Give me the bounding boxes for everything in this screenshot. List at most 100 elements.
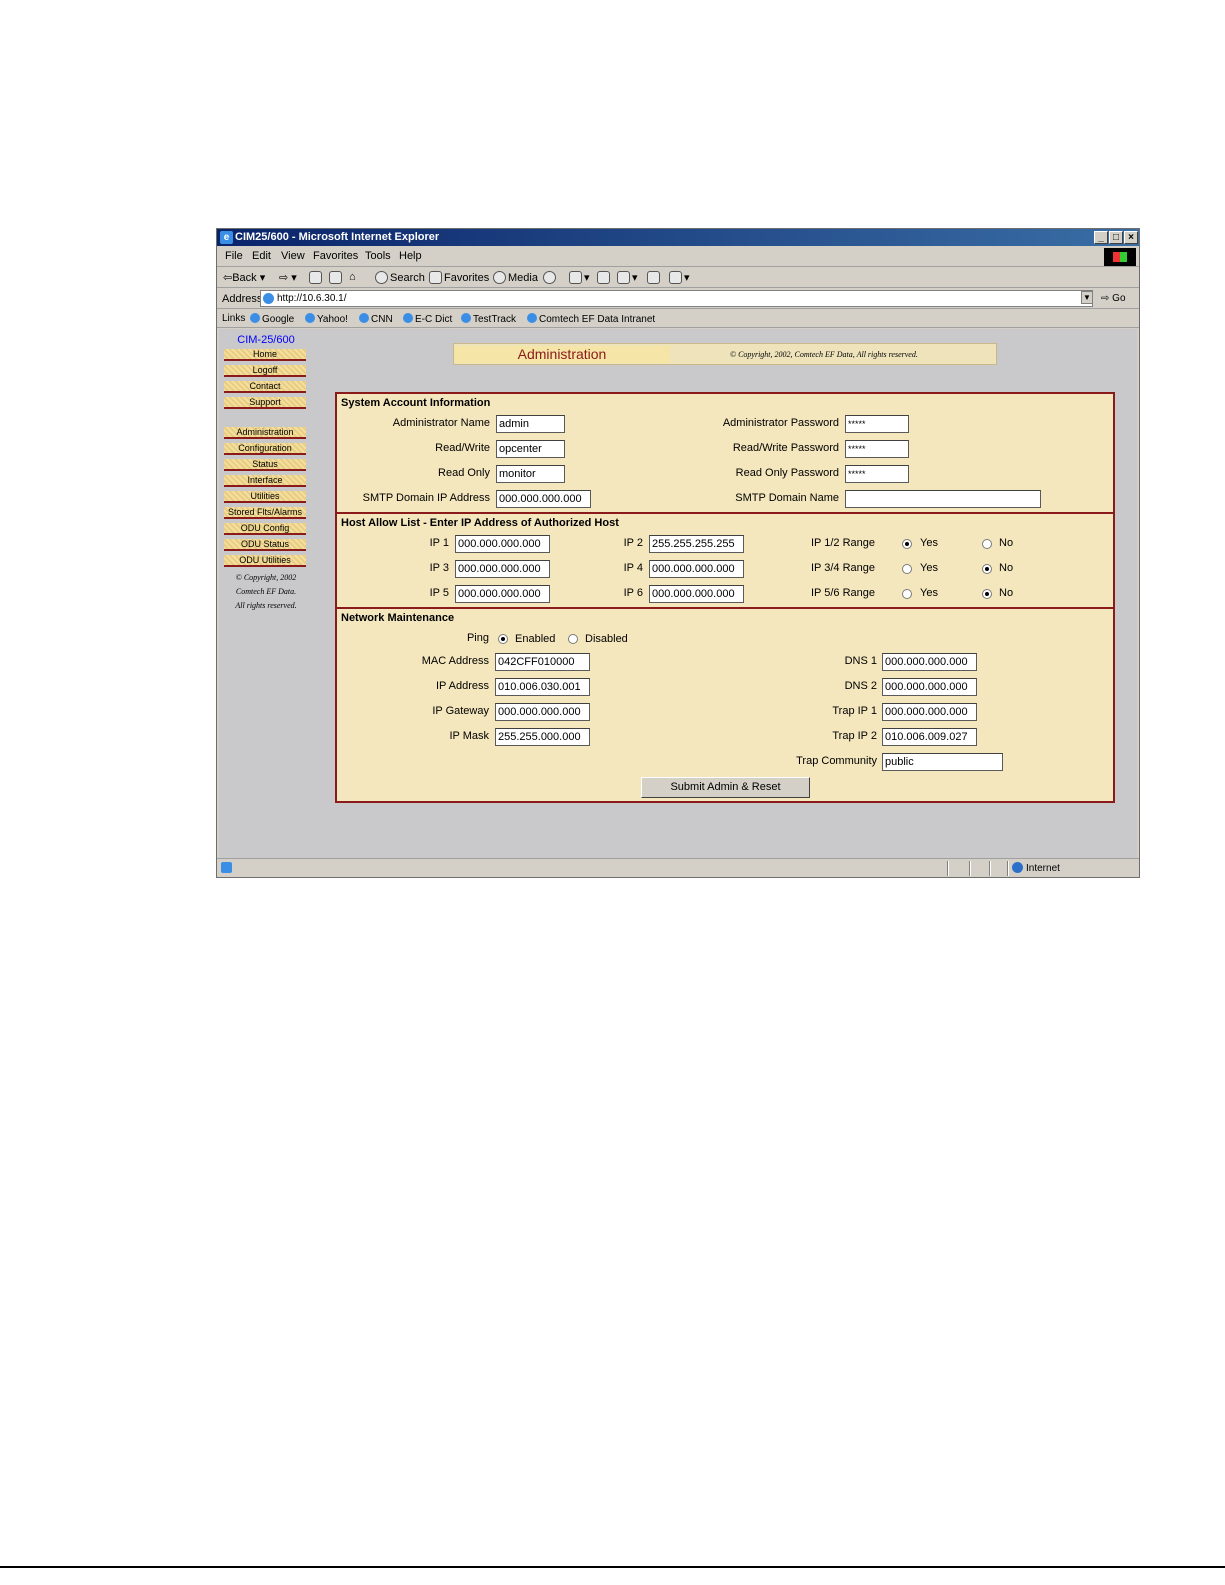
menu-tools[interactable]: Tools xyxy=(365,250,391,262)
home-button[interactable]: ⌂ xyxy=(349,271,356,283)
ping-enabled-radio[interactable] xyxy=(498,634,508,644)
gateway-input[interactable]: 000.000.000.000 xyxy=(495,703,590,721)
nav-odu-config[interactable]: ODU Config xyxy=(224,523,306,535)
menu-edit[interactable]: Edit xyxy=(252,250,271,262)
mail-button[interactable]: ▾ xyxy=(569,271,590,284)
nav-contact[interactable]: Contact xyxy=(224,381,306,393)
nav-stored-faults-alarms[interactable]: Stored Flts/Alarms xyxy=(224,507,306,519)
print-icon xyxy=(597,271,610,284)
ie-icon: e xyxy=(220,231,233,244)
close-button[interactable]: × xyxy=(1124,231,1138,244)
mask-input[interactable]: 255.255.000.000 xyxy=(495,728,590,746)
ip2-input[interactable]: 255.255.255.255 xyxy=(649,535,744,553)
ip6-input[interactable]: 000.000.000.000 xyxy=(649,585,744,603)
globe-icon xyxy=(1012,862,1023,873)
address-dropdown-button[interactable]: ▼ xyxy=(1081,291,1093,304)
ip5-label: IP 5 xyxy=(429,587,449,599)
links-label: Links xyxy=(222,313,246,324)
menu-view[interactable]: View xyxy=(281,250,305,262)
nav-home[interactable]: Home xyxy=(224,349,306,361)
status-separator xyxy=(1007,861,1009,876)
nav-interface[interactable]: Interface xyxy=(224,475,306,487)
ip2-label: IP 2 xyxy=(623,537,643,549)
nav-odu-status[interactable]: ODU Status xyxy=(224,539,306,551)
rw-label: Read/Write xyxy=(435,442,490,454)
dns2-input[interactable]: 000.000.000.000 xyxy=(882,678,977,696)
smtp-name-input[interactable] xyxy=(845,490,1041,508)
history-button[interactable] xyxy=(543,271,558,284)
trap-ip1-label: Trap IP 1 xyxy=(832,705,877,717)
submit-admin-reset-button[interactable]: Submit Admin & Reset xyxy=(641,777,810,798)
link-icon xyxy=(305,313,315,323)
section-divider xyxy=(337,607,1113,609)
smtp-ip-input[interactable]: 000.000.000.000 xyxy=(496,490,591,508)
favorites-icon xyxy=(429,271,442,284)
range34-no-radio[interactable] xyxy=(982,564,992,574)
link-icon xyxy=(359,313,369,323)
media-icon xyxy=(493,271,506,284)
refresh-button[interactable] xyxy=(329,271,344,284)
nav-support[interactable]: Support xyxy=(224,397,306,409)
link-ec-dict[interactable]: E-C Dict xyxy=(403,313,452,325)
discuss-button[interactable] xyxy=(647,271,662,284)
trap-ip1-input[interactable]: 000.000.000.000 xyxy=(882,703,977,721)
range12-yes-radio[interactable] xyxy=(902,539,912,549)
address-input[interactable]: http://10.6.30.1/ xyxy=(260,290,1093,307)
ro-password-input[interactable]: ***** xyxy=(845,465,909,483)
ip-address-input[interactable]: 010.006.030.001 xyxy=(495,678,590,696)
stop-button[interactable] xyxy=(309,271,324,284)
nav-odu-utilities[interactable]: ODU Utilities xyxy=(224,555,306,567)
trap-ip2-label: Trap IP 2 xyxy=(832,730,877,742)
forward-button[interactable]: ⇨ ▾ xyxy=(279,271,297,284)
go-arrow-icon: ⇨ xyxy=(1101,293,1110,304)
menu-file[interactable]: File xyxy=(225,250,243,262)
minimize-button[interactable]: _ xyxy=(1094,231,1108,244)
range12-no-radio[interactable] xyxy=(982,539,992,549)
refresh-icon xyxy=(329,271,342,284)
back-button[interactable]: ⇦Back ▾ xyxy=(223,271,265,284)
link-yahoo[interactable]: Yahoo! xyxy=(305,313,348,325)
messenger-button[interactable]: ▾ xyxy=(669,271,690,284)
nav-utilities[interactable]: Utilities xyxy=(224,491,306,503)
range34-label: IP 3/4 Range xyxy=(810,562,875,574)
rw-input[interactable]: opcenter xyxy=(496,440,565,458)
nav-configuration[interactable]: Configuration xyxy=(224,443,306,455)
go-button[interactable]: ⇨ Go xyxy=(1101,293,1126,304)
ping-disabled-radio[interactable] xyxy=(568,634,578,644)
discuss-icon xyxy=(647,271,660,284)
ip4-input[interactable]: 000.000.000.000 xyxy=(649,560,744,578)
media-button[interactable]: Media xyxy=(493,271,538,284)
menu-help[interactable]: Help xyxy=(399,250,422,262)
range34-yes-radio[interactable] xyxy=(902,564,912,574)
range56-yes-radio[interactable] xyxy=(902,589,912,599)
nav-copyright-line1: © Copyright, 2002 xyxy=(235,573,297,582)
mac-input[interactable]: 042CFF010000 xyxy=(495,653,590,671)
search-button[interactable]: Search xyxy=(375,271,425,284)
trap-community-input[interactable]: public xyxy=(882,753,1003,771)
maximize-button[interactable]: □ xyxy=(1109,231,1123,244)
ip1-input[interactable]: 000.000.000.000 xyxy=(455,535,550,553)
edit-button[interactable]: ▾ xyxy=(617,271,638,284)
link-cnn[interactable]: CNN xyxy=(359,313,393,325)
nav-status[interactable]: Status xyxy=(224,459,306,471)
link-testtrack[interactable]: TestTrack xyxy=(461,313,516,325)
range12-label: IP 1/2 Range xyxy=(810,537,875,549)
range56-no-radio[interactable] xyxy=(982,589,992,599)
dns1-input[interactable]: 000.000.000.000 xyxy=(882,653,977,671)
favorites-button[interactable]: Favorites xyxy=(429,271,489,284)
admin-name-input[interactable]: admin xyxy=(496,415,565,433)
trap-ip2-input[interactable]: 010.006.009.027 xyxy=(882,728,977,746)
nav-logoff[interactable]: Logoff xyxy=(224,365,306,377)
link-google[interactable]: Google xyxy=(250,313,294,325)
nav-administration[interactable]: Administration xyxy=(224,427,306,439)
ip5-input[interactable]: 000.000.000.000 xyxy=(455,585,550,603)
print-button[interactable] xyxy=(597,271,612,284)
admin-password-input[interactable]: ***** xyxy=(845,415,909,433)
ro-input[interactable]: monitor xyxy=(496,465,565,483)
mail-icon xyxy=(569,271,582,284)
menu-favorites[interactable]: Favorites xyxy=(313,250,358,262)
rw-password-input[interactable]: ***** xyxy=(845,440,909,458)
ip3-input[interactable]: 000.000.000.000 xyxy=(455,560,550,578)
link-icon xyxy=(250,313,260,323)
link-comtech-intranet[interactable]: Comtech EF Data Intranet xyxy=(527,313,655,325)
